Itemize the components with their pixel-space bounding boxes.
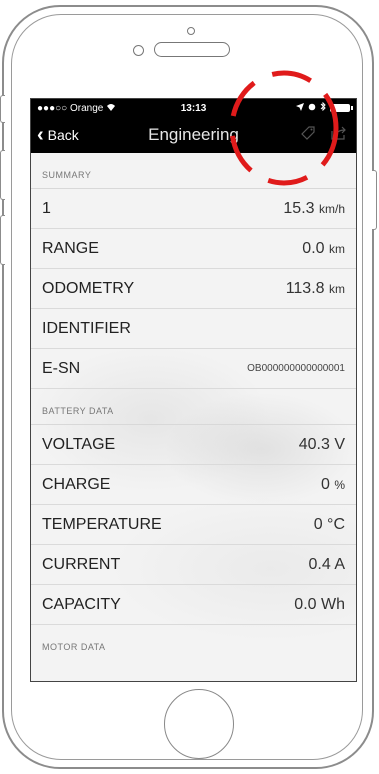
row-value: 15.3: [283, 199, 315, 217]
battery-row-voltage: VOLTAGE 40.3 V: [31, 425, 356, 465]
row-unit: km: [329, 241, 345, 256]
battery-section-header: BATTERY DATA: [31, 389, 356, 425]
row-label: RANGE: [42, 239, 99, 257]
row-label: CURRENT: [42, 555, 121, 573]
proximity-sensor: [133, 45, 144, 56]
row-value: 0: [320, 475, 330, 493]
row-value: 40.3: [298, 435, 330, 453]
summary-row-odometry: ODOMETRY 113.8 km: [31, 269, 356, 309]
row-unit: °C: [327, 515, 345, 533]
row-value: 0.0: [302, 239, 325, 257]
row-label: VOLTAGE: [42, 435, 116, 453]
battery-row-temperature: TEMPERATURE 0 °C: [31, 505, 356, 545]
row-label: CHARGE: [42, 475, 111, 493]
row-value: 0.0: [294, 595, 317, 613]
row-value: OB000000000000001: [247, 363, 345, 374]
motor-section-header: MOTOR DATA: [42, 642, 106, 652]
earpiece-speaker: [154, 42, 230, 57]
status-time: 13:13: [180, 102, 207, 114]
power-button: [372, 170, 377, 230]
row-unit: %: [334, 477, 345, 492]
summary-row-range: RANGE 0.0 km: [31, 229, 356, 269]
row-label: IDENTIFIER: [42, 319, 131, 337]
summary-section-header: SUMMARY: [31, 153, 356, 189]
row-value: 0: [313, 515, 323, 533]
row-label: 1: [42, 199, 51, 217]
row-label: CAPACITY: [42, 595, 121, 613]
summary-row-identifier: IDENTIFIER: [31, 309, 356, 349]
summary-row-esn: E-SN OB000000000000001: [31, 349, 356, 389]
phone-screen: ●●●○○ Orange 13:13 ‹ Back Engineering SU…: [30, 98, 357, 682]
back-button[interactable]: ‹ Back: [31, 125, 79, 145]
row-unit: Wh: [321, 595, 345, 613]
battery-row-current: CURRENT 0.4 A: [31, 545, 356, 585]
front-camera: [187, 27, 195, 35]
tag-icon[interactable]: [300, 125, 316, 146]
back-button-label: Back: [47, 127, 79, 143]
volume-down-button: [0, 215, 5, 265]
home-button[interactable]: [164, 689, 234, 759]
share-icon[interactable]: [330, 125, 348, 146]
engineering-list: SUMMARY 1 15.3 km/h RANGE 0.0 km ODOMETR…: [31, 153, 356, 661]
volume-up-button: [0, 150, 5, 200]
row-unit: A: [334, 555, 345, 573]
row-label: TEMPERATURE: [42, 515, 162, 533]
row-unit: V: [334, 435, 345, 453]
navigation-bar: ‹ Back Engineering: [31, 117, 356, 153]
mute-switch: [0, 95, 5, 123]
summary-row-speed: 1 15.3 km/h: [31, 189, 356, 229]
row-label: ODOMETRY: [42, 279, 135, 297]
row-value: 0.4: [308, 555, 331, 573]
battery-icon: [330, 104, 353, 112]
status-bar: ●●●○○ Orange 13:13: [31, 99, 356, 117]
row-label: E-SN: [42, 359, 81, 377]
row-value: 113.8: [285, 279, 325, 297]
back-chevron-icon: ‹: [37, 124, 44, 146]
row-unit: km: [329, 281, 345, 296]
battery-row-capacity: CAPACITY 0.0 Wh: [31, 585, 356, 625]
row-unit: km/h: [318, 201, 345, 216]
battery-row-charge: CHARGE 0 %: [31, 465, 356, 505]
